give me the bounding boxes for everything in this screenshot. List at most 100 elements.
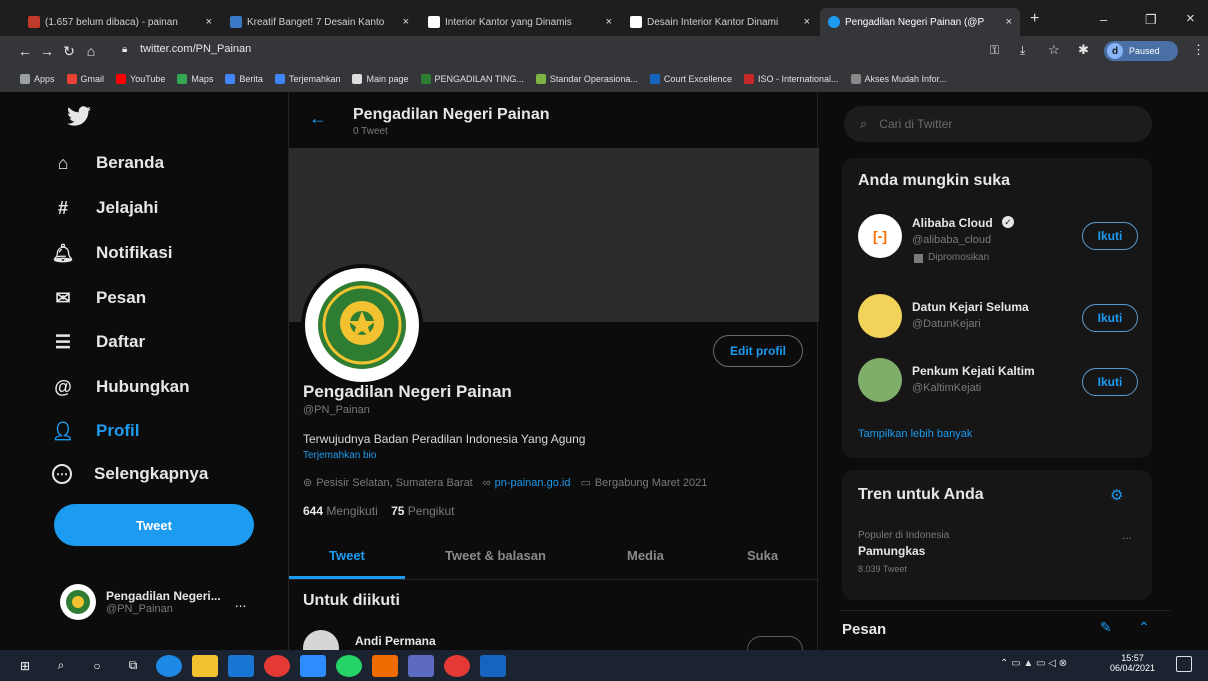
download-icon[interactable]: ⤓ [1020,43,1025,58]
followers-label[interactable]: Pengikut [408,504,455,518]
close-tab-icon[interactable]: × [200,16,212,28]
bookmark-item[interactable]: Court Excellence [649,74,732,84]
whatsapp-icon[interactable] [336,654,362,677]
follow-button[interactable]: Ikuti [1082,368,1138,396]
back-arrow-icon[interactable]: ← [14,43,36,59]
sidebar-item-daftar[interactable]: ☰ Daftar [52,331,145,353]
bookmark-item[interactable]: PENGADILAN TING... [420,74,524,84]
following-count[interactable]: 644 [303,504,323,518]
sidebar-item-hubungkan[interactable]: @ Hubungkan [52,376,189,398]
trend-name[interactable]: Pamungkas [858,544,925,558]
sidebar-item-profil[interactable]: 👤︎ Profil [52,420,140,442]
bookmark-item[interactable]: Apps [20,74,55,84]
close-window-icon[interactable]: × [1186,10,1195,27]
sidebar-item-jelajahi[interactable]: # Jelajahi [52,197,158,219]
avatar[interactable] [858,358,902,402]
suggestion-name[interactable]: Andi Permana [355,634,436,648]
avatar[interactable] [303,630,339,650]
bookmark-item[interactable]: Gmail [66,74,104,84]
browser-tab[interactable]: Kreatif Banget! 7 Desain Kanto × [222,8,417,36]
avatar[interactable]: [-] [858,214,902,258]
tab-tweet[interactable]: Tweet [329,548,365,563]
browser-tab[interactable]: Desain Interior Kantor Dinami × [622,8,818,36]
home-icon[interactable]: ⌂ [80,43,102,59]
maximize-icon[interactable]: ❐ [1145,12,1157,28]
follow-button[interactable]: Ikuti [1082,304,1138,332]
account-switcher[interactable]: Pengadilan Negeri... @PN_Painan ... [60,579,280,625]
browser-tab-active[interactable]: Pengadilan Negeri Painan (@P × [820,8,1020,36]
new-tab-icon[interactable]: + [1030,10,1039,28]
system-tray[interactable]: ⌃ ▭ ▲ ▭ ◁ ⊗ [1000,658,1067,669]
search-icon[interactable]: ⌕ [48,655,74,677]
tab-media[interactable]: Media [627,548,664,563]
zoom-icon[interactable] [300,654,326,677]
key-icon[interactable]: ⚿ [990,43,999,58]
file-explorer-icon[interactable] [192,654,218,677]
back-arrow-icon[interactable]: ← [309,108,327,129]
url-input[interactable]: twitter.com/PN_Painan [140,43,251,55]
following-label[interactable]: Mengikuti [326,504,377,518]
settings-gear-icon[interactable]: ⚙ [1110,486,1123,504]
close-tab-icon[interactable]: × [1000,16,1012,28]
cortana-icon[interactable]: ○ [84,655,110,677]
tab-tweet-balasan[interactable]: Tweet & balasan [445,548,546,563]
edge-icon[interactable] [156,654,182,677]
followers-count[interactable]: 75 [391,504,404,518]
windows-start-icon[interactable]: ⊞ [12,655,38,677]
sidebar-item-notifikasi[interactable]: 🔔︎ Notifikasi [52,242,173,264]
more-icon[interactable]: ... [1122,528,1132,542]
suggestion-name[interactable]: Datun Kejari Seluma [912,300,1029,314]
sidebar-item-pesan[interactable]: ✉ Pesan [52,287,146,309]
more-icon[interactable]: ... [235,594,247,610]
show-more-link[interactable]: Tampilkan lebih banyak [858,428,972,440]
search-input[interactable]: Cari di Twitter [879,117,952,131]
sidebar-item-selengkapnya[interactable]: ⋯ Selengkapnya [52,464,208,484]
task-view-icon[interactable]: ⧉ [120,655,146,677]
twitter-logo-icon[interactable] [66,106,92,128]
bookmark-item[interactable]: Maps [177,74,213,84]
notifications-icon[interactable] [1176,656,1192,672]
menu-kebab-icon[interactable]: ⋮ [1192,42,1205,58]
chrome-icon[interactable] [444,654,470,677]
suggestion-name[interactable]: Penkum Kejati Kaltim [912,364,1035,378]
chrome-icon[interactable] [264,654,290,677]
follow-button[interactable] [747,636,803,650]
office-icon[interactable] [372,654,398,677]
follow-button[interactable]: Ikuti [1082,222,1138,250]
word-icon[interactable] [480,654,506,677]
suggestion-name[interactable]: Alibaba Cloud [912,216,993,230]
forward-arrow-icon[interactable]: → [36,43,58,59]
star-icon[interactable]: ☆ [1048,42,1060,58]
tweet-button[interactable]: Tweet [54,504,254,546]
close-tab-icon[interactable]: × [397,16,409,28]
tab-suka[interactable]: Suka [747,548,778,563]
new-message-icon[interactable]: ✎ [1100,619,1112,636]
close-tab-icon[interactable]: × [798,16,810,28]
profile-avatar[interactable] [301,264,423,386]
close-tab-icon[interactable]: × [600,16,612,28]
browser-tab[interactable]: Interior Kantor yang Dinamis × [420,8,620,36]
bookmark-item[interactable]: Berita [225,74,263,84]
bookmark-item[interactable]: Standar Operasiona... [535,74,638,84]
clock[interactable]: 15:57 06/04/2021 [1110,653,1155,673]
minimize-icon[interactable]: – [1100,12,1107,27]
translate-bio-link[interactable]: Terjemahkan bio [303,450,376,461]
store-icon[interactable] [408,654,434,677]
edit-profile-button[interactable]: Edit profil [713,335,803,367]
mail-icon[interactable] [228,654,254,677]
reload-icon[interactable]: ↻ [58,43,80,60]
bookmark-item[interactable]: Main page [352,74,409,84]
bookmark-item[interactable]: Akses Mudah Infor... [850,74,947,84]
avatar[interactable] [858,294,902,338]
extensions-icon[interactable]: ✱ [1078,42,1089,58]
bookmark-item[interactable]: YouTube [116,74,165,84]
chevron-up-icon[interactable]: ⌃ [1138,619,1150,636]
search-box[interactable]: ⌕ Cari di Twitter [844,106,1152,142]
bookmark-item[interactable]: ISO - International... [743,74,839,84]
profile-website-link[interactable]: pn-painan.go.id [495,477,571,489]
browser-tab[interactable]: (1.657 belum dibaca) - painan × [20,8,220,36]
bookmark-item[interactable]: Terjemahkan [274,74,340,84]
messages-drawer[interactable]: Pesan ✎ ⌃ [840,610,1170,650]
sidebar-item-beranda[interactable]: ⌂ Beranda [52,152,164,174]
profile-paused-chip[interactable]: d Paused [1104,41,1178,61]
